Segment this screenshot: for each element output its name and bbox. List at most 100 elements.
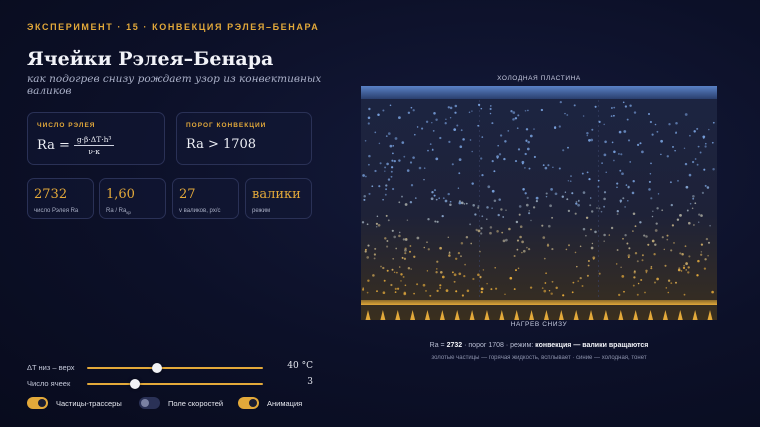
tracer-particle [621, 172, 624, 176]
tracer-particle [651, 239, 655, 243]
tracer-particle [645, 235, 648, 238]
tracer-particle [439, 284, 442, 287]
animation-toggle-row[interactable]: Анимация [238, 397, 302, 409]
tracer-particle [402, 238, 406, 241]
tracer-particle [364, 250, 367, 253]
tracer-particle [455, 257, 458, 260]
delta-t-slider[interactable] [87, 363, 263, 373]
tracer-particle [597, 185, 600, 188]
tracer-particle [692, 194, 695, 198]
tracer-particle [512, 118, 515, 121]
tracer-particle [447, 192, 450, 196]
tracer-particle [683, 264, 685, 267]
tracer-particle [677, 179, 679, 182]
tracer-particle [707, 254, 709, 257]
animation-toggle[interactable] [238, 397, 259, 409]
formula-card-label: ЧИСЛО РЭЛЕЯ [37, 122, 96, 129]
tracer-particle [568, 244, 570, 247]
tracer-particle [623, 290, 625, 293]
tracer-particle [616, 182, 619, 185]
tracer-particle [410, 268, 412, 270]
tracer-particle [465, 235, 469, 239]
tracer-particle [603, 153, 607, 157]
tracer-particle [639, 142, 642, 145]
tracer-particle [660, 153, 662, 156]
tracer-particle [386, 245, 389, 248]
tracer-particle [694, 202, 697, 205]
tracer-particle [382, 291, 386, 295]
delta-t-slider-thumb[interactable] [152, 363, 163, 373]
tracer-particle [365, 248, 367, 251]
tracer-particle [449, 106, 453, 110]
tracer-particle [704, 184, 707, 187]
tracer-particle [495, 287, 498, 290]
tracer-particle [692, 224, 695, 226]
tracer-particle [367, 244, 370, 247]
tracer-particle [528, 212, 531, 215]
velocity-toggle-row[interactable]: Поле скоростей [139, 397, 223, 409]
tracer-particle [368, 107, 371, 111]
tracer-particle [551, 280, 554, 283]
tracer-particle [586, 274, 589, 277]
cells-slider-thumb[interactable] [129, 379, 140, 389]
tracer-particle [588, 177, 591, 181]
tracers-toggle[interactable] [27, 397, 48, 409]
velocity-toggle-knob [141, 399, 149, 407]
tracer-particle [705, 237, 709, 241]
velocity-toggle-label: Поле скоростей [168, 398, 224, 408]
tracer-particle [603, 233, 606, 237]
formula-numerator: g·β·ΔT·h³ [73, 135, 115, 146]
cells-slider[interactable] [87, 379, 263, 389]
tracer-particle [385, 188, 388, 191]
tracer-particle [685, 269, 687, 271]
tracer-particle [441, 275, 445, 279]
tracer-particle [699, 151, 702, 154]
tracer-particle [362, 174, 365, 177]
tracer-particle [544, 166, 548, 170]
tracer-particle [603, 197, 606, 201]
tracer-particle [429, 294, 432, 297]
tracer-particle [603, 123, 605, 126]
tracer-particle [697, 259, 700, 263]
tracer-particle [627, 256, 630, 259]
tracer-particle [577, 203, 580, 207]
tracer-particle [525, 139, 528, 142]
tracer-particle [481, 215, 484, 218]
tracer-particle [533, 128, 535, 130]
tracer-particle [363, 198, 366, 201]
tracer-particle [448, 140, 451, 144]
tracer-particle [669, 181, 672, 184]
tracer-particle [661, 209, 664, 212]
tracer-particle [471, 150, 473, 153]
hot-plate [361, 300, 717, 305]
tracer-particle [657, 193, 660, 195]
tracer-particle [581, 285, 584, 287]
velocity-toggle[interactable] [139, 397, 160, 409]
tracer-particle [433, 112, 436, 115]
tracer-particle [508, 227, 511, 231]
tracer-particle [665, 287, 668, 289]
tracer-particle [674, 149, 676, 152]
tracer-particle [469, 223, 472, 226]
tracer-particle [629, 161, 632, 163]
tracer-particle [522, 188, 525, 191]
tracer-particle [605, 171, 607, 174]
tracer-particle [603, 240, 605, 242]
tracer-particle [512, 111, 516, 114]
tracer-particle [398, 234, 401, 238]
tracer-particle [502, 216, 505, 218]
tracer-particle [404, 249, 407, 252]
tracer-particle [632, 284, 635, 287]
tracer-particle [392, 257, 395, 260]
tracers-toggle-row[interactable]: Частицы-трассеры [27, 397, 122, 409]
tracer-particle [641, 150, 644, 154]
tracer-particle [384, 193, 387, 196]
page-subtitle: как подогрев снизу рождает узор из конве… [27, 73, 322, 97]
tracer-particle [504, 140, 507, 143]
tracer-particle [457, 187, 460, 189]
tracer-particle [414, 133, 416, 136]
tracer-particle [499, 134, 503, 137]
tracer-particle [458, 172, 461, 175]
stat-card-rayleigh: 2732 число Рэлея Ra [27, 178, 94, 219]
tracer-particle [517, 267, 520, 270]
